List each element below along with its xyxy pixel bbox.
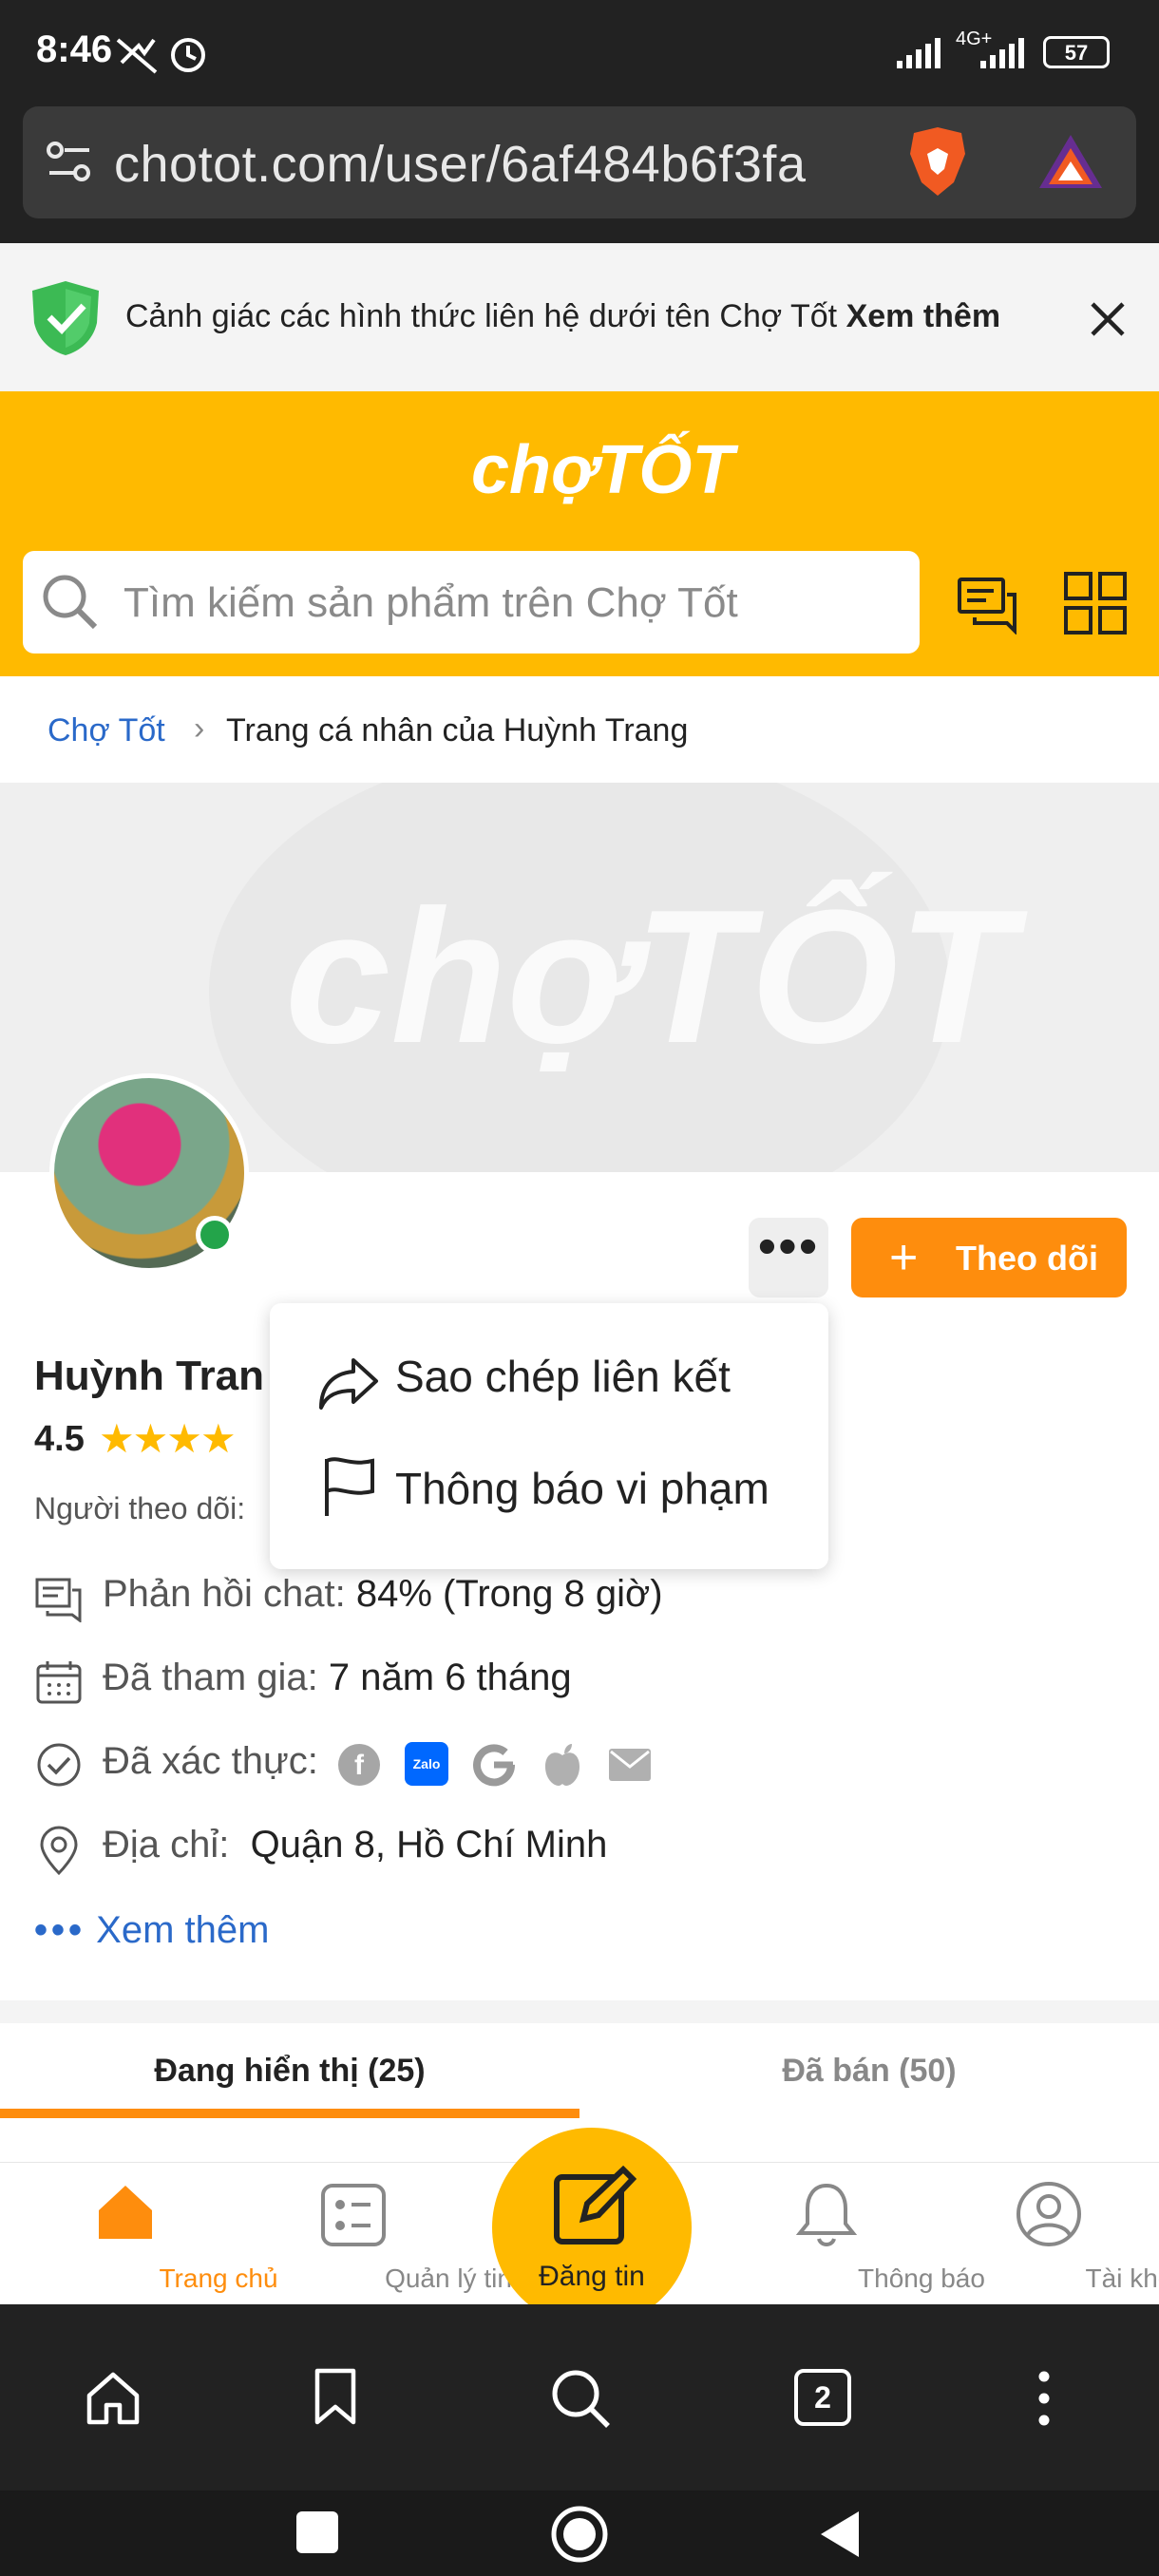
online-status-dot <box>196 1216 234 1254</box>
follow-button[interactable]: + Theo dõi <box>851 1218 1127 1297</box>
close-icon[interactable] <box>1089 300 1127 338</box>
nav-home[interactable]: Trang chủ <box>28 2163 278 2305</box>
rating-value: 4.5 <box>34 1419 85 1459</box>
search-icon <box>43 575 98 630</box>
breadcrumb-home[interactable]: Chợ Tốt <box>48 712 165 749</box>
follow-label: Theo dõi <box>956 1239 1098 1278</box>
status-bar: 8:46 4G+ 57 <box>0 0 1159 106</box>
overflow-menu-icon[interactable] <box>1030 2367 1058 2430</box>
nav-account[interactable]: Tài khoản <box>954 2163 1159 2305</box>
shield-check-icon <box>32 281 99 355</box>
profile-name: Huỳnh Tran <box>34 1353 265 1399</box>
network-label: 4G+ <box>956 28 993 49</box>
bell-icon <box>795 2183 858 2246</box>
post-ad-button[interactable] <box>492 2128 692 2327</box>
google-icon <box>473 1744 516 1787</box>
location-pin-icon <box>40 1826 78 1876</box>
warning-see-more-link[interactable]: Xem thêm <box>846 298 1001 334</box>
plus-icon: + <box>889 1230 919 1285</box>
status-time: 8:46 <box>36 28 113 70</box>
brave-shields-icon[interactable] <box>906 125 969 198</box>
brave-rewards-icon[interactable] <box>1037 131 1104 192</box>
nav-manage[interactable]: Quản lý tin <box>258 2163 512 2305</box>
account-icon <box>1016 2182 1081 2246</box>
apple-icon <box>545 1744 580 1786</box>
battery-level: 57 <box>1064 41 1089 65</box>
breadcrumb-current: Trang cá nhân của Huỳnh Trang <box>226 712 689 748</box>
ellipsis-icon: ••• <box>34 1909 86 1951</box>
more-options-button[interactable]: ••• <box>749 1218 828 1297</box>
followers-label: Người theo dõi: <box>34 1491 246 1525</box>
joined-value: 7 năm 6 tháng <box>328 1657 572 1698</box>
search-placeholder[interactable]: Tìm kiếm sản phẩm trên Chợ Tốt <box>124 579 738 627</box>
tabs-count-button[interactable]: 2 <box>794 2369 851 2426</box>
search-bar[interactable]: Tìm kiếm sản phẩm trên Chợ Tốt <box>23 551 920 653</box>
report-option[interactable]: Thông báo vi phạm <box>395 1463 770 1514</box>
browser-bottom-toolbar: 2 <box>0 2304 1159 2491</box>
section-divider <box>0 2000 1159 2023</box>
options-dropdown: Sao chép liên kết Thông báo vi phạm <box>270 1303 828 1569</box>
tab-active-underline <box>0 2109 580 2118</box>
verified-label: Đã xác thực: <box>103 1740 318 1782</box>
chat-icon[interactable] <box>956 576 1020 635</box>
tab-showing[interactable]: Đang hiển thị (25) <box>0 2023 580 2118</box>
back-icon[interactable] <box>815 2508 863 2561</box>
chat-response-value: 84% (Trong 8 giờ) <box>355 1573 663 1615</box>
home-circle-icon[interactable] <box>549 2504 610 2565</box>
home-icon <box>99 2186 152 2239</box>
battery-icon: 57 <box>1043 36 1110 68</box>
address-value: Quận 8, Hồ Chí Minh <box>250 1824 608 1866</box>
nav-notifications[interactable]: Thông báo <box>732 2163 985 2305</box>
status-icons <box>116 38 205 74</box>
facebook-icon: f <box>338 1744 380 1786</box>
share-icon <box>319 1358 378 1410</box>
manage-listings-icon <box>321 2184 386 2246</box>
see-more-label: Xem thêm <box>96 1909 270 1951</box>
cover-watermark: chợTỐT <box>285 871 1015 1083</box>
address-label: Địa chỉ: <box>103 1824 230 1866</box>
edit-icon <box>554 2166 636 2245</box>
system-navigation-bar <box>0 2491 1159 2576</box>
zalo-icon: Zalo <box>405 1742 448 1786</box>
bookmark-icon[interactable] <box>312 2367 359 2428</box>
copy-link-option[interactable]: Sao chép liên kết <box>395 1351 731 1402</box>
warning-text: Cảnh giác các hình thức liên hệ dưới tên… <box>125 298 1000 335</box>
browser-home-icon[interactable] <box>84 2369 142 2428</box>
warning-message: Cảnh giác các hình thức liên hệ dưới tên… <box>125 298 838 334</box>
site-settings-icon[interactable] <box>46 139 93 186</box>
flag-icon <box>325 1457 374 1516</box>
verified-check-icon <box>37 1743 81 1787</box>
address-bar[interactable]: chotot.com/user/6af484b6f3fa <box>23 106 1136 218</box>
chat-response-icon <box>35 1578 82 1622</box>
site-header: chợTỐT Tìm kiếm sản phẩm trên Chợ Tốt <box>0 391 1159 676</box>
see-more-link[interactable]: ••• Xem thêm <box>34 1909 269 1952</box>
joined-label: Đã tham gia: <box>103 1657 318 1698</box>
post-ad-label: Đăng tin <box>539 2261 645 2292</box>
menu-grid-icon[interactable] <box>1062 570 1129 636</box>
email-icon <box>609 1749 651 1781</box>
chat-response-label: Phản hồi chat: <box>103 1573 346 1615</box>
chotot-logo[interactable]: chợTỐT <box>471 431 733 509</box>
browser-search-icon[interactable] <box>549 2367 612 2430</box>
nav-account-label: Tài khoản <box>1085 2263 1159 2293</box>
breadcrumb: Chợ Tốt › Trang cá nhân của Huỳnh Trang <box>0 676 1159 783</box>
scam-warning-banner: Cảnh giác các hình thức liên hệ dưới tên… <box>0 243 1159 391</box>
browser-toolbar: chotot.com/user/6af484b6f3fa <box>0 106 1159 243</box>
url-text[interactable]: chotot.com/user/6af484b6f3fa <box>114 135 806 194</box>
breadcrumb-separator: › <box>194 710 205 747</box>
calendar-icon <box>36 1661 82 1704</box>
recents-icon[interactable] <box>296 2511 338 2553</box>
rating-stars-icon: ★★★★ <box>99 1416 237 1461</box>
tab-sold[interactable]: Đã bán (50) <box>580 2023 1159 2118</box>
